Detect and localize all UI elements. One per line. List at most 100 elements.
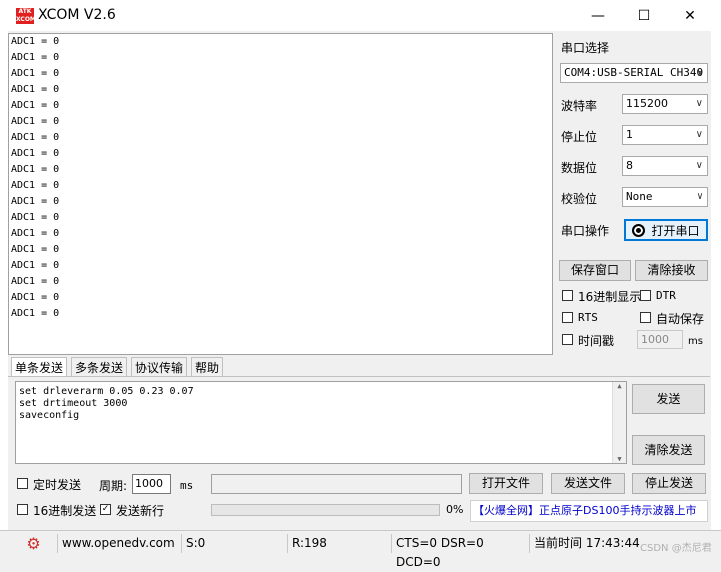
stop-bits-label: 停止位 — [561, 130, 598, 144]
output-line: ADC1 = 0 — [11, 36, 60, 47]
chevron-down-icon: ∨ — [696, 191, 703, 202]
hex-send-label: 16进制发送 — [33, 504, 97, 518]
open-file-button[interactable]: 打开文件 — [469, 473, 543, 494]
stop-bits-value: 1 — [626, 128, 633, 141]
chevron-down-icon: ∨ — [695, 129, 703, 140]
port-select[interactable]: COM4:USB-SERIAL CH340 ∨ — [560, 63, 708, 83]
timestamp-label: 时间戳 — [578, 334, 615, 348]
watermark: CSDN @杰尼君 — [640, 543, 712, 554]
window-title: XCOM V2.6 — [38, 7, 116, 23]
scroll-up-icon[interactable]: ▲ — [613, 382, 626, 390]
hex-send-checkbox[interactable] — [17, 504, 28, 515]
tab-multi-send[interactable]: 多条发送 — [71, 357, 128, 377]
background-window-strip — [0, 31, 8, 531]
auto-save-checkbox[interactable] — [640, 312, 651, 323]
output-line: ADC1 = 0 — [11, 308, 60, 319]
rts-label: RTS — [578, 311, 598, 324]
receive-output-area[interactable]: ADC1 = 0 ADC1 = 0 ADC1 = 0 ADC1 = 0 ADC1 = 0… — [8, 33, 553, 355]
send-line: set drtimeout 3000 — [19, 398, 128, 409]
background-window-strip-right — [711, 31, 721, 531]
parity-value: None — [626, 190, 653, 203]
port-status-icon — [632, 224, 646, 237]
hex-display-checkbox[interactable] — [562, 290, 573, 301]
current-time: 当前时间 17:43:44 — [534, 536, 640, 550]
output-line: ADC1 = 0 — [11, 100, 60, 111]
period-unit: ms — [180, 479, 194, 492]
output-line: ADC1 = 0 — [11, 196, 60, 207]
timed-send-label: 定时发送 — [33, 478, 82, 492]
send-newline-checkbox[interactable]: ✓ — [100, 504, 111, 515]
output-line: ADC1 = 0 — [11, 276, 60, 287]
port-select-value: COM4:USB-SERIAL CH340 — [564, 66, 704, 79]
line-status: CTS=0 DSR=0 DCD=0 — [392, 534, 530, 569]
timestamp-checkbox[interactable] — [562, 334, 573, 345]
output-line: ADC1 = 0 — [11, 132, 60, 143]
close-button[interactable]: ✕ — [667, 0, 713, 31]
dtr-checkbox[interactable] — [640, 290, 651, 301]
title-bar: ATK XCOM XCOM V2.6 — ☐ ✕ — [0, 0, 721, 31]
parity-select[interactable]: None ∨ — [622, 187, 708, 207]
send-button[interactable]: 发送 — [632, 384, 705, 414]
tab-divider — [8, 376, 710, 377]
baud-label: 波特率 — [561, 99, 598, 113]
period-label: 周期: — [99, 479, 128, 493]
send-line: set drleverarm 0.05 0.23 0.07 — [19, 386, 194, 397]
tab-protocol[interactable]: 协议传输 — [131, 357, 188, 377]
send-file-button[interactable]: 发送文件 — [551, 473, 625, 494]
hex-display-label: 16进制显示 — [578, 290, 642, 304]
received-count: R:198 — [288, 534, 392, 553]
chevron-down-icon: ∨ — [695, 160, 703, 171]
send-progress-bar — [211, 504, 440, 516]
output-line: ADC1 = 0 — [11, 260, 60, 271]
send-newline-label: 发送新行 — [116, 504, 165, 518]
clear-send-button[interactable]: 清除发送 — [632, 435, 705, 465]
status-bar: ⚙ www.openedv.com S:0 R:198 CTS=0 DSR=0 … — [0, 530, 721, 569]
data-bits-select[interactable]: 8 ∨ — [622, 156, 708, 176]
data-bits-value: 8 — [626, 159, 633, 172]
timestamp-interval-input[interactable]: 1000 — [637, 330, 683, 349]
open-port-label: 打开串口 — [651, 224, 700, 238]
output-line: ADC1 = 0 — [11, 292, 60, 303]
send-line: saveconfig — [19, 410, 80, 421]
timed-send-checkbox[interactable] — [17, 478, 28, 489]
output-line: ADC1 = 0 — [11, 228, 60, 239]
rts-checkbox[interactable] — [562, 312, 573, 323]
output-line: ADC1 = 0 — [11, 68, 60, 79]
save-window-button[interactable]: 保存窗口 — [559, 260, 631, 281]
settings-gear-icon[interactable]: ⚙ — [10, 534, 58, 553]
output-line: ADC1 = 0 — [11, 52, 60, 63]
output-line: ADC1 = 0 — [11, 212, 60, 223]
data-bits-label: 数据位 — [561, 161, 598, 175]
stop-bits-select[interactable]: 1 ∨ — [622, 125, 708, 145]
parity-label: 校验位 — [561, 192, 598, 206]
tab-single-send[interactable]: 单条发送 — [11, 357, 68, 377]
tab-help[interactable]: 帮助 — [191, 357, 224, 377]
output-line: ADC1 = 0 — [11, 180, 60, 191]
file-path-field[interactable] — [211, 474, 462, 494]
maximize-button[interactable]: ☐ — [621, 0, 667, 31]
send-progress-value: 0% — [446, 503, 464, 516]
chevron-down-icon: ∨ — [695, 98, 703, 109]
send-scrollbar[interactable]: ▲ ▼ — [612, 382, 626, 463]
dtr-label: DTR — [656, 289, 676, 302]
stop-send-button[interactable]: 停止发送 — [632, 473, 706, 494]
send-input[interactable]: set drleverarm 0.05 0.23 0.07 set drtime… — [15, 381, 627, 464]
app-logo-icon: ATK XCOM — [16, 8, 36, 24]
clear-receive-button[interactable]: 清除接收 — [635, 260, 708, 281]
baud-value: 115200 — [626, 97, 668, 110]
output-line: ADC1 = 0 — [11, 244, 60, 255]
port-op-label: 串口操作 — [561, 224, 610, 238]
ad-link[interactable]: 【火爆全网】正点原子DS100手持示波器上市 — [470, 500, 708, 522]
output-line: ADC1 = 0 — [11, 84, 60, 95]
timestamp-unit: ms — [688, 336, 703, 347]
sent-count: S:0 — [182, 534, 288, 553]
auto-save-label: 自动保存 — [656, 312, 705, 326]
baud-select[interactable]: 115200 ∨ — [622, 94, 708, 114]
website-link[interactable]: www.openedv.com — [58, 534, 182, 553]
output-line: ADC1 = 0 — [11, 116, 60, 127]
port-label: 串口选择 — [561, 41, 610, 55]
open-port-button[interactable]: 打开串口 — [624, 219, 708, 241]
minimize-button[interactable]: — — [575, 0, 621, 31]
period-input[interactable]: 1000 — [132, 474, 171, 494]
scroll-down-icon[interactable]: ▼ — [613, 455, 626, 463]
